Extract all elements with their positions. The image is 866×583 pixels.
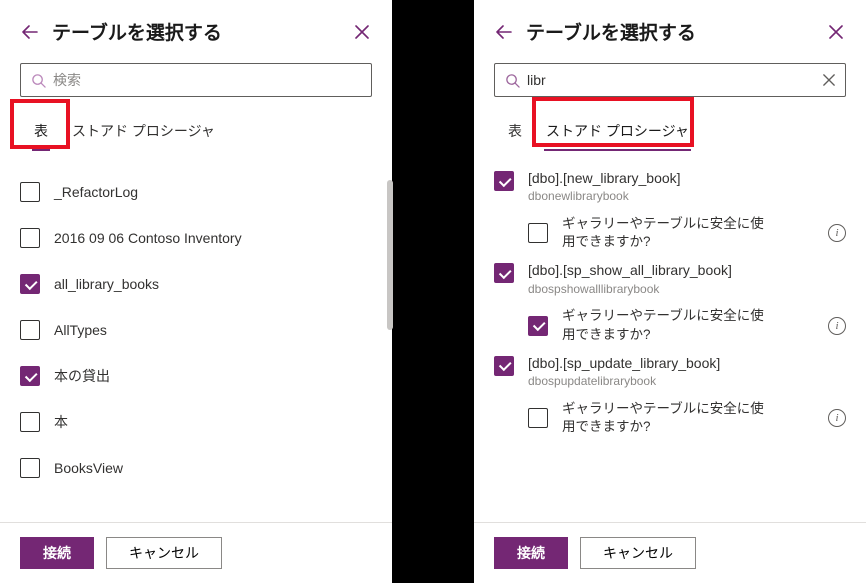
search-field[interactable] — [20, 63, 372, 97]
connect-button[interactable]: 接続 — [494, 537, 568, 569]
table-row[interactable]: AllTypes — [20, 307, 372, 353]
cancel-button[interactable]: キャンセル — [106, 537, 222, 569]
scrollbar-thumb[interactable] — [387, 180, 393, 330]
procedure-title: [dbo].[new_library_book] — [528, 169, 681, 187]
tab-stored-procedures[interactable]: ストアド プロシージャ — [70, 121, 217, 151]
safe-question-label: ギャラリーやテーブルに安全に使用できますか? — [562, 307, 772, 343]
checkbox[interactable] — [20, 228, 40, 248]
tab-tables[interactable]: 表 — [506, 121, 524, 151]
row-label: 2016 09 06 Contoso Inventory — [54, 230, 242, 246]
info-icon[interactable]: i — [828, 409, 846, 427]
checkbox[interactable] — [20, 274, 40, 294]
back-icon[interactable] — [494, 22, 514, 42]
table-row[interactable]: 本の貸出 — [20, 353, 372, 399]
row-label: 本の貸出 — [54, 366, 110, 386]
safe-checkbox[interactable] — [528, 223, 548, 243]
close-icon[interactable] — [352, 22, 372, 42]
cancel-button[interactable]: キャンセル — [580, 537, 696, 569]
safe-checkbox[interactable] — [528, 408, 548, 428]
table-row[interactable]: _RefactorLog — [20, 169, 372, 215]
search-input[interactable] — [521, 72, 821, 88]
row-label: AllTypes — [54, 322, 107, 338]
table-list: _RefactorLog 2016 09 06 Contoso Inventor… — [0, 169, 392, 522]
table-row[interactable]: all_library_books — [20, 261, 372, 307]
clear-search-icon[interactable] — [821, 72, 837, 88]
info-icon[interactable]: i — [828, 224, 846, 242]
row-label: _RefactorLog — [54, 184, 138, 200]
safe-question-label: ギャラリーやテーブルに安全に使用できますか? — [562, 400, 772, 436]
stored-procedure-item: [dbo].[sp_update_library_book] dbospupda… — [494, 354, 846, 440]
checkbox[interactable] — [20, 182, 40, 202]
tab-stored-procedures[interactable]: ストアド プロシージャ — [544, 121, 691, 151]
table-row[interactable]: 本 — [20, 399, 372, 445]
procedure-subtitle: dbospupdatelibrarybook — [528, 374, 720, 388]
row-label: BooksView — [54, 460, 123, 476]
checkbox[interactable] — [20, 320, 40, 340]
stored-procedure-item: [dbo].[new_library_book] dbonewlibrarybo… — [494, 169, 846, 255]
page-title: テーブルを選択する — [526, 18, 826, 45]
procedure-subtitle: dbospshowalllibrarybook — [528, 282, 732, 296]
search-icon — [29, 71, 47, 89]
info-icon[interactable]: i — [828, 317, 846, 335]
safe-checkbox[interactable] — [528, 316, 548, 336]
stored-procedure-list: [dbo].[new_library_book] dbonewlibrarybo… — [474, 169, 866, 522]
checkbox[interactable] — [20, 412, 40, 432]
row-label: all_library_books — [54, 276, 159, 292]
checkbox[interactable] — [20, 458, 40, 478]
stored-procedure-item: [dbo].[sp_show_all_library_book] dbospsh… — [494, 261, 846, 347]
page-title: テーブルを選択する — [52, 18, 352, 45]
search-icon — [503, 71, 521, 89]
search-input[interactable] — [47, 72, 363, 88]
procedure-title: [dbo].[sp_show_all_library_book] — [528, 261, 732, 279]
checkbox[interactable] — [20, 366, 40, 386]
table-row[interactable]: BooksView — [20, 445, 372, 491]
checkbox[interactable] — [494, 263, 514, 283]
checkbox[interactable] — [494, 171, 514, 191]
close-icon[interactable] — [826, 22, 846, 42]
back-icon[interactable] — [20, 22, 40, 42]
procedure-subtitle: dbonewlibrarybook — [528, 189, 681, 203]
safe-question-label: ギャラリーやテーブルに安全に使用できますか? — [562, 215, 772, 251]
procedure-title: [dbo].[sp_update_library_book] — [528, 354, 720, 372]
tab-tables[interactable]: 表 — [32, 121, 50, 151]
table-row[interactable]: 2016 09 06 Contoso Inventory — [20, 215, 372, 261]
row-label: 本 — [54, 412, 68, 432]
connect-button[interactable]: 接続 — [20, 537, 94, 569]
search-field[interactable] — [494, 63, 846, 97]
checkbox[interactable] — [494, 356, 514, 376]
